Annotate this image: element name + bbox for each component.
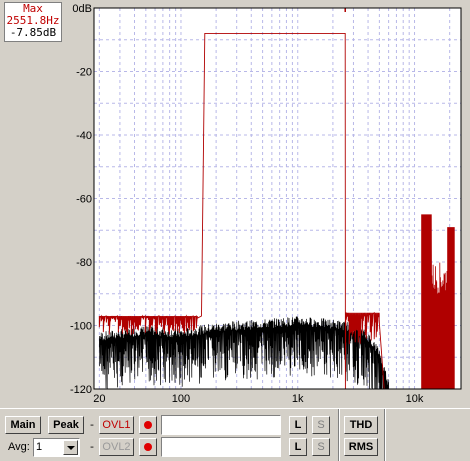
y-tick-label: -40 bbox=[76, 130, 92, 142]
main-button[interactable]: Main bbox=[5, 416, 41, 434]
separator bbox=[338, 409, 340, 461]
channel1-field[interactable] bbox=[161, 415, 281, 435]
spectrum-plot[interactable]: 0dB -20 -40 -60 -80 -100 -12020 100 1k 10k bbox=[0, 0, 470, 408]
y-tick-label: -80 bbox=[76, 257, 92, 269]
max-readout: Max 2551.8Hz -7.85dB bbox=[4, 2, 62, 42]
thd-button[interactable]: THD bbox=[344, 416, 378, 434]
x-tick-label: 100 bbox=[172, 393, 190, 405]
ovl1-button[interactable]: OVL1 bbox=[99, 416, 134, 434]
record-dot-icon[interactable] bbox=[139, 416, 157, 434]
dash-2: - bbox=[90, 440, 94, 453]
y-tick-label: -60 bbox=[76, 194, 92, 206]
y-tick-label: -20 bbox=[76, 67, 92, 79]
x-tick-label: 1k bbox=[292, 393, 304, 405]
l2-button[interactable]: L bbox=[289, 438, 307, 456]
rms-button[interactable]: RMS bbox=[344, 438, 378, 456]
y-tick-label: -100 bbox=[70, 321, 92, 333]
control-panel: Main Peak - - OVL1 OVL2 L S L S THD RMS … bbox=[0, 408, 470, 461]
y-tick-label: -120 bbox=[70, 384, 92, 396]
l1-button[interactable]: L bbox=[289, 416, 307, 434]
channel2-field[interactable] bbox=[161, 437, 281, 457]
x-tick-label: 10k bbox=[406, 393, 424, 405]
x-tick-label: 20 bbox=[93, 393, 105, 405]
avg-value: 1 bbox=[36, 441, 43, 453]
record-dot-icon[interactable] bbox=[139, 438, 157, 456]
s2-button[interactable]: S bbox=[312, 438, 330, 456]
s1-button[interactable]: S bbox=[312, 416, 330, 434]
avg-label: Avg: bbox=[8, 441, 30, 453]
separator bbox=[384, 409, 386, 461]
peak-button[interactable]: Peak bbox=[48, 416, 84, 434]
y-tick-label: 0dB bbox=[72, 3, 92, 15]
ovl2-button[interactable]: OVL2 bbox=[99, 438, 134, 456]
chevron-down-icon[interactable] bbox=[63, 440, 78, 455]
avg-select[interactable]: 1 bbox=[33, 438, 80, 457]
readout-level: -7.85dB bbox=[9, 26, 57, 39]
dash-1: - bbox=[90, 418, 94, 431]
